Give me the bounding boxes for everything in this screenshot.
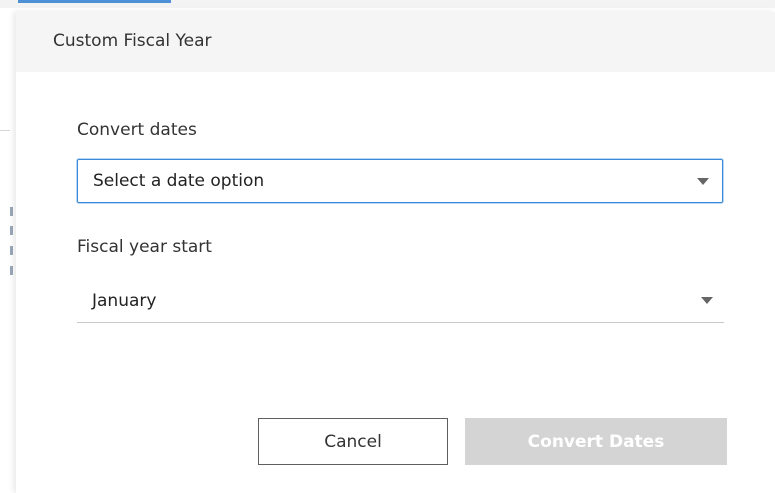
background-active-tab-indicator <box>18 0 171 3</box>
background-handle-mark <box>10 266 13 275</box>
convert-dates-value: Select a date option <box>93 171 265 191</box>
convert-dates-button[interactable]: Convert Dates <box>465 418 727 465</box>
background-handle-mark <box>10 207 13 216</box>
background-handle-mark <box>10 226 13 235</box>
background-handle-mark <box>10 246 13 255</box>
fiscal-year-start-select[interactable]: January <box>77 285 724 323</box>
cancel-button[interactable]: Cancel <box>258 418 448 465</box>
dialog-header: Custom Fiscal Year <box>16 12 775 72</box>
caret-down-icon <box>701 297 713 304</box>
convert-dates-label: Convert dates <box>77 120 197 140</box>
dialog-title: Custom Fiscal Year <box>53 31 212 51</box>
background-divider <box>0 130 10 131</box>
custom-fiscal-year-dialog: Custom Fiscal Year Convert dates Select … <box>16 12 775 493</box>
screen: Custom Fiscal Year Convert dates Select … <box>0 0 775 493</box>
fiscal-year-start-label: Fiscal year start <box>77 237 212 257</box>
fiscal-year-start-value: January <box>92 291 157 311</box>
caret-down-icon <box>697 178 709 185</box>
convert-dates-select[interactable]: Select a date option <box>77 159 723 203</box>
